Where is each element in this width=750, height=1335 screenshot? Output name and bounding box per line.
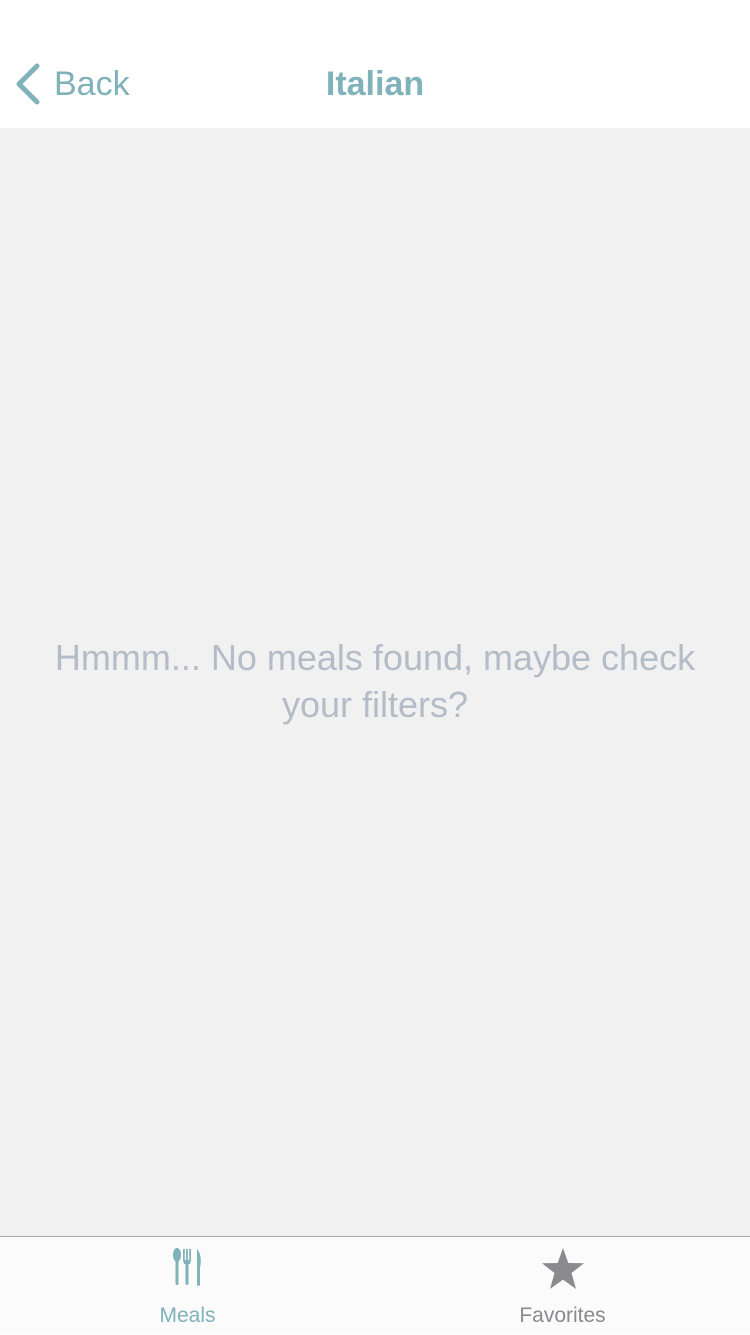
tab-favorites-label: Favorites bbox=[519, 1304, 606, 1327]
tab-meals[interactable]: Meals bbox=[0, 1237, 375, 1335]
page-title: Italian bbox=[325, 65, 425, 103]
fork-knife-icon bbox=[172, 1247, 204, 1287]
empty-state-message: Hmmm... No meals found, maybe check your… bbox=[54, 637, 696, 725]
star-icon bbox=[540, 1247, 586, 1291]
tab-bar: Meals Favorites bbox=[0, 1236, 750, 1334]
navigation-bar: Back Italian bbox=[0, 0, 750, 128]
tab-favorites[interactable]: Favorites bbox=[375, 1237, 750, 1335]
meals-list-area: Hmmm... No meals found, maybe check your… bbox=[0, 128, 750, 1236]
tab-meals-label: Meals bbox=[159, 1304, 216, 1327]
